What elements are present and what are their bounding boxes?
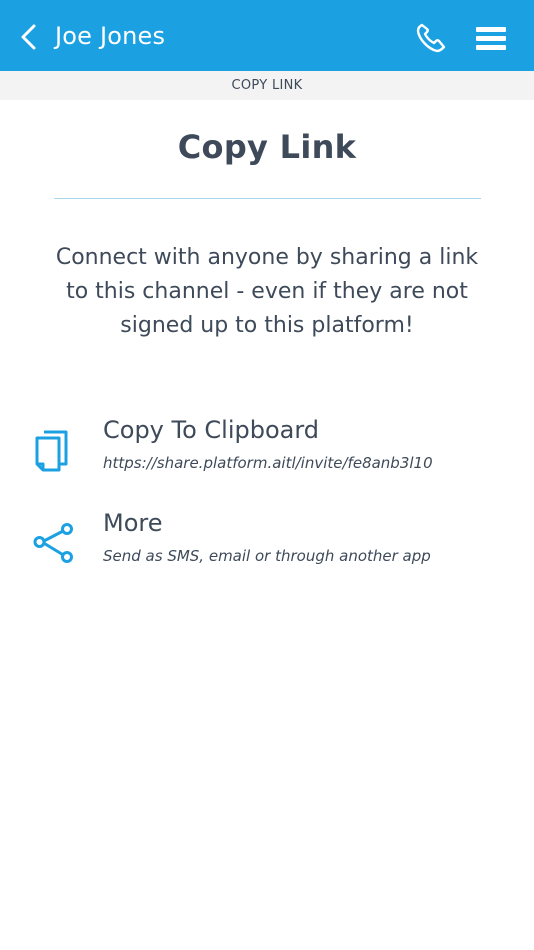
copy-to-clipboard-option[interactable]: Copy To Clipboard https://share.platform…: [0, 416, 534, 496]
option-subtitle: Send as SMS, email or through another ap…: [103, 547, 431, 565]
call-button[interactable]: [415, 22, 447, 54]
more-share-option[interactable]: More Send as SMS, email or through anoth…: [0, 509, 534, 589]
section-label-bar: COPY LINK: [0, 71, 534, 100]
phone-icon: [416, 23, 446, 53]
page-heading: Copy Link: [177, 128, 357, 166]
invite-link-text: https://share.platform.aitl/invite/fe8an…: [103, 454, 433, 472]
section-label: COPY LINK: [231, 78, 303, 93]
option-title: More: [103, 509, 163, 537]
clipboard-copy-icon: [32, 426, 74, 472]
hamburger-menu-icon: [476, 27, 506, 50]
menu-button[interactable]: [474, 24, 508, 52]
heading-divider: [54, 198, 481, 199]
page-description: Connect with anyone by sharing a link to…: [55, 245, 479, 338]
share-icon: [32, 519, 74, 565]
option-title: Copy To Clipboard: [103, 416, 320, 444]
back-button[interactable]: [14, 20, 44, 54]
contact-name-title: Joe Jones: [55, 22, 166, 50]
chevron-left-icon: [21, 24, 36, 50]
top-app-bar: Joe Jones: [0, 0, 534, 71]
